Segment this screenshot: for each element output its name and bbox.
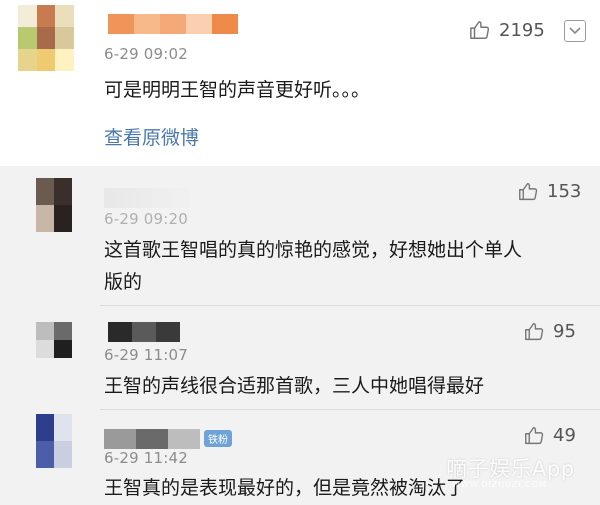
avatar-pixel (54, 441, 72, 468)
comment-text: 这首歌王智唱的真的惊艳的感觉，好想她出个单人 版的 (104, 234, 584, 298)
divider (100, 305, 600, 306)
watermark-brand: 嘀子娱乐App (446, 457, 575, 481)
avatar-pixel (36, 49, 56, 71)
username-pixel (108, 322, 132, 342)
username-pixel (104, 429, 136, 449)
avatar-pixel (54, 322, 72, 340)
avatar[interactable] (36, 178, 72, 232)
comment-time: 6-29 09:02 (104, 45, 189, 63)
more-options-button[interactable] (564, 20, 586, 42)
avatar-pixel (54, 414, 72, 441)
like-button[interactable]: 153 (518, 181, 581, 202)
username-pixel (186, 14, 212, 34)
thumbs-up-icon (519, 182, 538, 201)
like-count: 49 (553, 425, 576, 446)
main-comment: 6-29 09:02 2195 可是明明王智的声音更好听。。。 查看原微博 (0, 0, 600, 166)
like-count: 2195 (499, 19, 545, 41)
avatar-pixel (36, 5, 56, 27)
comment-text: 王智的声线很合适那首歌，三人中她唱得最好 (104, 375, 485, 397)
username-pixel (136, 429, 168, 449)
chevron-down-icon (569, 27, 581, 35)
username-pixel (160, 14, 186, 34)
avatar-pixel (54, 205, 72, 232)
username[interactable] (108, 14, 238, 34)
username[interactable] (108, 322, 180, 342)
avatar-pixel (36, 441, 54, 468)
avatar-pixel (54, 340, 72, 358)
avatar[interactable] (18, 5, 74, 71)
username[interactable] (104, 429, 200, 449)
username-pixel (132, 322, 156, 342)
avatar-pixel (55, 5, 74, 27)
thumbs-up-icon (525, 322, 544, 341)
divider (100, 409, 600, 410)
comment-time: 6-29 09:20 (104, 210, 189, 228)
comment-text: 可是明明王智的声音更好听。。。 (104, 79, 371, 101)
avatar-pixel (18, 5, 37, 27)
avatar[interactable] (36, 414, 72, 468)
comment-time: 6-29 11:42 (104, 449, 189, 467)
avatar-pixel (36, 322, 54, 340)
comment-line: 版的 (104, 271, 143, 293)
username-pixel (134, 14, 160, 34)
avatar-pixel (36, 205, 54, 232)
avatar-pixel (36, 27, 56, 49)
fan-badge: 铁粉 (204, 430, 232, 447)
like-button[interactable]: 95 (524, 321, 576, 342)
avatar-pixel (18, 27, 37, 49)
avatar-pixel (18, 49, 37, 71)
comment-time: 6-29 11:07 (104, 346, 189, 364)
avatar-pixel (54, 178, 72, 205)
avatar-pixel (55, 27, 74, 49)
avatar[interactable] (36, 322, 72, 358)
avatar-pixel (36, 414, 54, 441)
avatar-pixel (36, 178, 54, 205)
like-count: 153 (547, 181, 582, 202)
username[interactable] (104, 188, 190, 208)
like-button[interactable]: 2195 (469, 19, 545, 41)
username-pixel (168, 429, 200, 449)
thumbs-up-icon (525, 426, 544, 445)
username-pixel (156, 322, 180, 342)
like-button[interactable]: 49 (524, 425, 576, 446)
comment-line: 这首歌王智唱的真的惊艳的感觉，好想她出个单人 (104, 239, 523, 261)
username-pixel (212, 14, 238, 34)
watermark-url: WWW.DIZIJUZI.COM (452, 480, 547, 489)
username-pixel (108, 14, 134, 34)
avatar-pixel (36, 340, 54, 358)
like-count: 95 (553, 321, 576, 342)
view-original-link[interactable]: 查看原微博 (104, 123, 199, 150)
avatar-pixel (55, 49, 74, 71)
thumbs-up-icon (470, 21, 490, 39)
comment-text: 王智真的是表现最好的，但是竟然被淘汰了 (104, 477, 466, 499)
